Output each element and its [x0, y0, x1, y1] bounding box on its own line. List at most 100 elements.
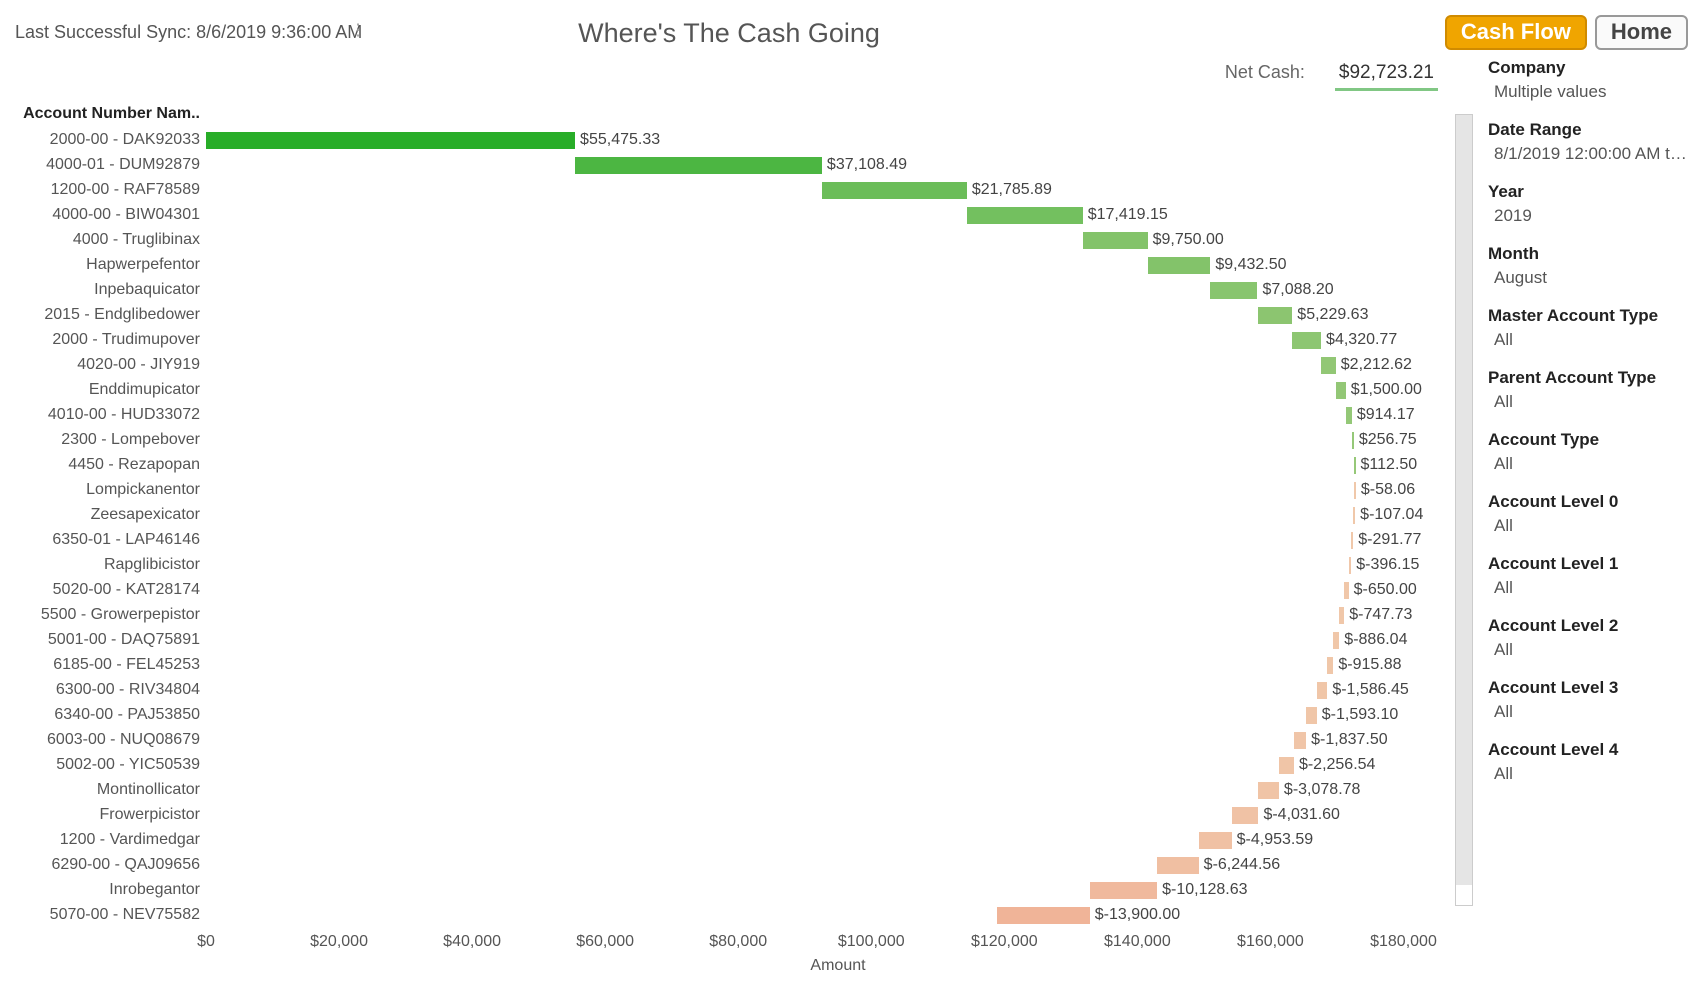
- chart-row[interactable]: Frowerpicistor$-4,031.60: [20, 802, 1470, 827]
- bar[interactable]: [1344, 582, 1348, 599]
- chart-scrollbar[interactable]: [1455, 114, 1473, 906]
- bar[interactable]: [1279, 757, 1294, 774]
- bar[interactable]: [1294, 732, 1306, 749]
- bar[interactable]: [1306, 707, 1317, 724]
- bar[interactable]: [1083, 232, 1148, 249]
- chart-row[interactable]: 4000-01 - DUM92879$37,108.49: [20, 152, 1470, 177]
- chart-row[interactable]: 4450 - Rezapopan$112.50: [20, 452, 1470, 477]
- bar[interactable]: [1258, 782, 1278, 799]
- bar[interactable]: [822, 182, 967, 199]
- category-label: 1200 - Vardimedgar: [20, 831, 206, 849]
- chart-row[interactable]: Inpebaquicator$7,088.20: [20, 277, 1470, 302]
- bar[interactable]: [1148, 257, 1211, 274]
- bar[interactable]: [1351, 532, 1353, 549]
- bar[interactable]: [1317, 682, 1328, 699]
- bar-wrap: $-915.88: [206, 655, 1470, 675]
- chart-row[interactable]: Rapglibicistor$-396.15: [20, 552, 1470, 577]
- chart-row[interactable]: 1200 - Vardimedgar$-4,953.59: [20, 827, 1470, 852]
- category-label: 4000-00 - BIW04301: [20, 206, 206, 224]
- bar-value-label: $37,108.49: [827, 155, 907, 175]
- chart-row[interactable]: Inrobegantor$-10,128.63: [20, 877, 1470, 902]
- filter-parent-account-type[interactable]: Parent Account TypeAll: [1488, 368, 1688, 412]
- filter-label: Account Level 3: [1488, 678, 1688, 698]
- bar[interactable]: [1352, 432, 1354, 449]
- filter-account-level-4[interactable]: Account Level 4All: [1488, 740, 1688, 784]
- bar[interactable]: [1354, 457, 1356, 474]
- chart-row[interactable]: 5500 - Growerpepistor$-747.73: [20, 602, 1470, 627]
- filter-company[interactable]: CompanyMultiple values: [1488, 58, 1688, 102]
- bar-wrap: $55,475.33: [206, 130, 1470, 150]
- chart-row[interactable]: Enddimupicator$1,500.00: [20, 377, 1470, 402]
- net-cash-value: $92,723.21: [1335, 62, 1438, 91]
- bar[interactable]: [967, 207, 1083, 224]
- chart-row[interactable]: 6350-01 - LAP46146$-291.77: [20, 527, 1470, 552]
- filter-account-level-2[interactable]: Account Level 2All: [1488, 616, 1688, 660]
- bar[interactable]: [1333, 632, 1339, 649]
- bar[interactable]: [1157, 857, 1199, 874]
- bar[interactable]: [206, 132, 575, 149]
- bar[interactable]: [1339, 607, 1344, 624]
- filter-master-account-type[interactable]: Master Account TypeAll: [1488, 306, 1688, 350]
- bar-wrap: $9,432.50: [206, 255, 1470, 275]
- home-button[interactable]: Home: [1595, 15, 1688, 50]
- bar[interactable]: [575, 157, 822, 174]
- chart-row[interactable]: 2300 - Lompebover$256.75: [20, 427, 1470, 452]
- chart-row[interactable]: 4000 - Truglibinax$9,750.00: [20, 227, 1470, 252]
- bar[interactable]: [1258, 307, 1293, 324]
- chart-row[interactable]: 6300-00 - RIV34804$-1,586.45: [20, 677, 1470, 702]
- filter-value: All: [1488, 516, 1688, 536]
- cash-flow-button[interactable]: Cash Flow: [1445, 15, 1587, 50]
- filter-month[interactable]: MonthAugust: [1488, 244, 1688, 288]
- filter-account-level-3[interactable]: Account Level 3All: [1488, 678, 1688, 722]
- chart-row[interactable]: 6340-00 - PAJ53850$-1,593.10: [20, 702, 1470, 727]
- bar[interactable]: [1349, 557, 1352, 574]
- filter-value: All: [1488, 764, 1688, 784]
- bar[interactable]: [997, 907, 1089, 924]
- chart-row[interactable]: 5001-00 - DAQ75891$-886.04: [20, 627, 1470, 652]
- x-axis-title: Amount: [206, 957, 1470, 975]
- filter-label: Account Level 1: [1488, 554, 1688, 574]
- chart-row[interactable]: Montinollicator$-3,078.78: [20, 777, 1470, 802]
- waterfall-chart: Account Number Nam.. 2000-00 - DAK92033$…: [20, 105, 1470, 955]
- filters-panel: CompanyMultiple values Date Range8/1/2019…: [1488, 58, 1688, 802]
- chart-row[interactable]: 6290-00 - QAJ09656$-6,244.56: [20, 852, 1470, 877]
- chart-row[interactable]: 4000-00 - BIW04301$17,419.15: [20, 202, 1470, 227]
- category-label: 4450 - Rezapopan: [20, 456, 206, 474]
- bar[interactable]: [1353, 507, 1355, 524]
- bar[interactable]: [1199, 832, 1232, 849]
- chart-row[interactable]: 4010-00 - HUD33072$914.17: [20, 402, 1470, 427]
- bar[interactable]: [1090, 882, 1157, 899]
- filter-year[interactable]: Year2019: [1488, 182, 1688, 226]
- scrollbar-thumb[interactable]: [1456, 115, 1472, 885]
- chart-row[interactable]: Hapwerpefentor$9,432.50: [20, 252, 1470, 277]
- bar[interactable]: [1232, 807, 1259, 824]
- chart-row[interactable]: Lompickanentor$-58.06: [20, 477, 1470, 502]
- chart-row[interactable]: 5002-00 - YIC50539$-2,256.54: [20, 752, 1470, 777]
- filter-date-range[interactable]: Date Range8/1/2019 12:00:00 AM to ..: [1488, 120, 1688, 164]
- chart-row[interactable]: 1200-00 - RAF78589$21,785.89: [20, 177, 1470, 202]
- bar[interactable]: [1336, 382, 1346, 399]
- chart-row[interactable]: 6185-00 - FEL45253$-915.88: [20, 652, 1470, 677]
- chart-row[interactable]: Zeesapexicator$-107.04: [20, 502, 1470, 527]
- bar[interactable]: [1354, 482, 1356, 499]
- bar-value-label: $-1,837.50: [1311, 730, 1388, 750]
- filter-account-type[interactable]: Account TypeAll: [1488, 430, 1688, 474]
- net-cash-display: Net Cash: $92,723.21: [1225, 62, 1438, 91]
- chart-row[interactable]: 2000-00 - DAK92033$55,475.33: [20, 127, 1470, 152]
- chart-row[interactable]: 5070-00 - NEV75582$-13,900.00: [20, 902, 1470, 927]
- bar[interactable]: [1321, 357, 1336, 374]
- bar-wrap: $-4,953.59: [206, 830, 1470, 850]
- chart-row[interactable]: 6003-00 - NUQ08679$-1,837.50: [20, 727, 1470, 752]
- bar[interactable]: [1292, 332, 1321, 349]
- chart-row[interactable]: 4020-00 - JIY919$2,212.62: [20, 352, 1470, 377]
- bar[interactable]: [1210, 282, 1257, 299]
- filter-account-level-1[interactable]: Account Level 1All: [1488, 554, 1688, 598]
- bar[interactable]: [1346, 407, 1352, 424]
- x-tick: $160,000: [1237, 933, 1304, 951]
- chart-row[interactable]: 2015 - Endglibedower$5,229.63: [20, 302, 1470, 327]
- chart-row[interactable]: 2000 - Trudimupover$4,320.77: [20, 327, 1470, 352]
- x-axis: $0$20,000$40,000$60,000$80,000$100,000$1…: [206, 933, 1470, 953]
- bar[interactable]: [1327, 657, 1333, 674]
- chart-row[interactable]: 5020-00 - KAT28174$-650.00: [20, 577, 1470, 602]
- filter-account-level-0[interactable]: Account Level 0All: [1488, 492, 1688, 536]
